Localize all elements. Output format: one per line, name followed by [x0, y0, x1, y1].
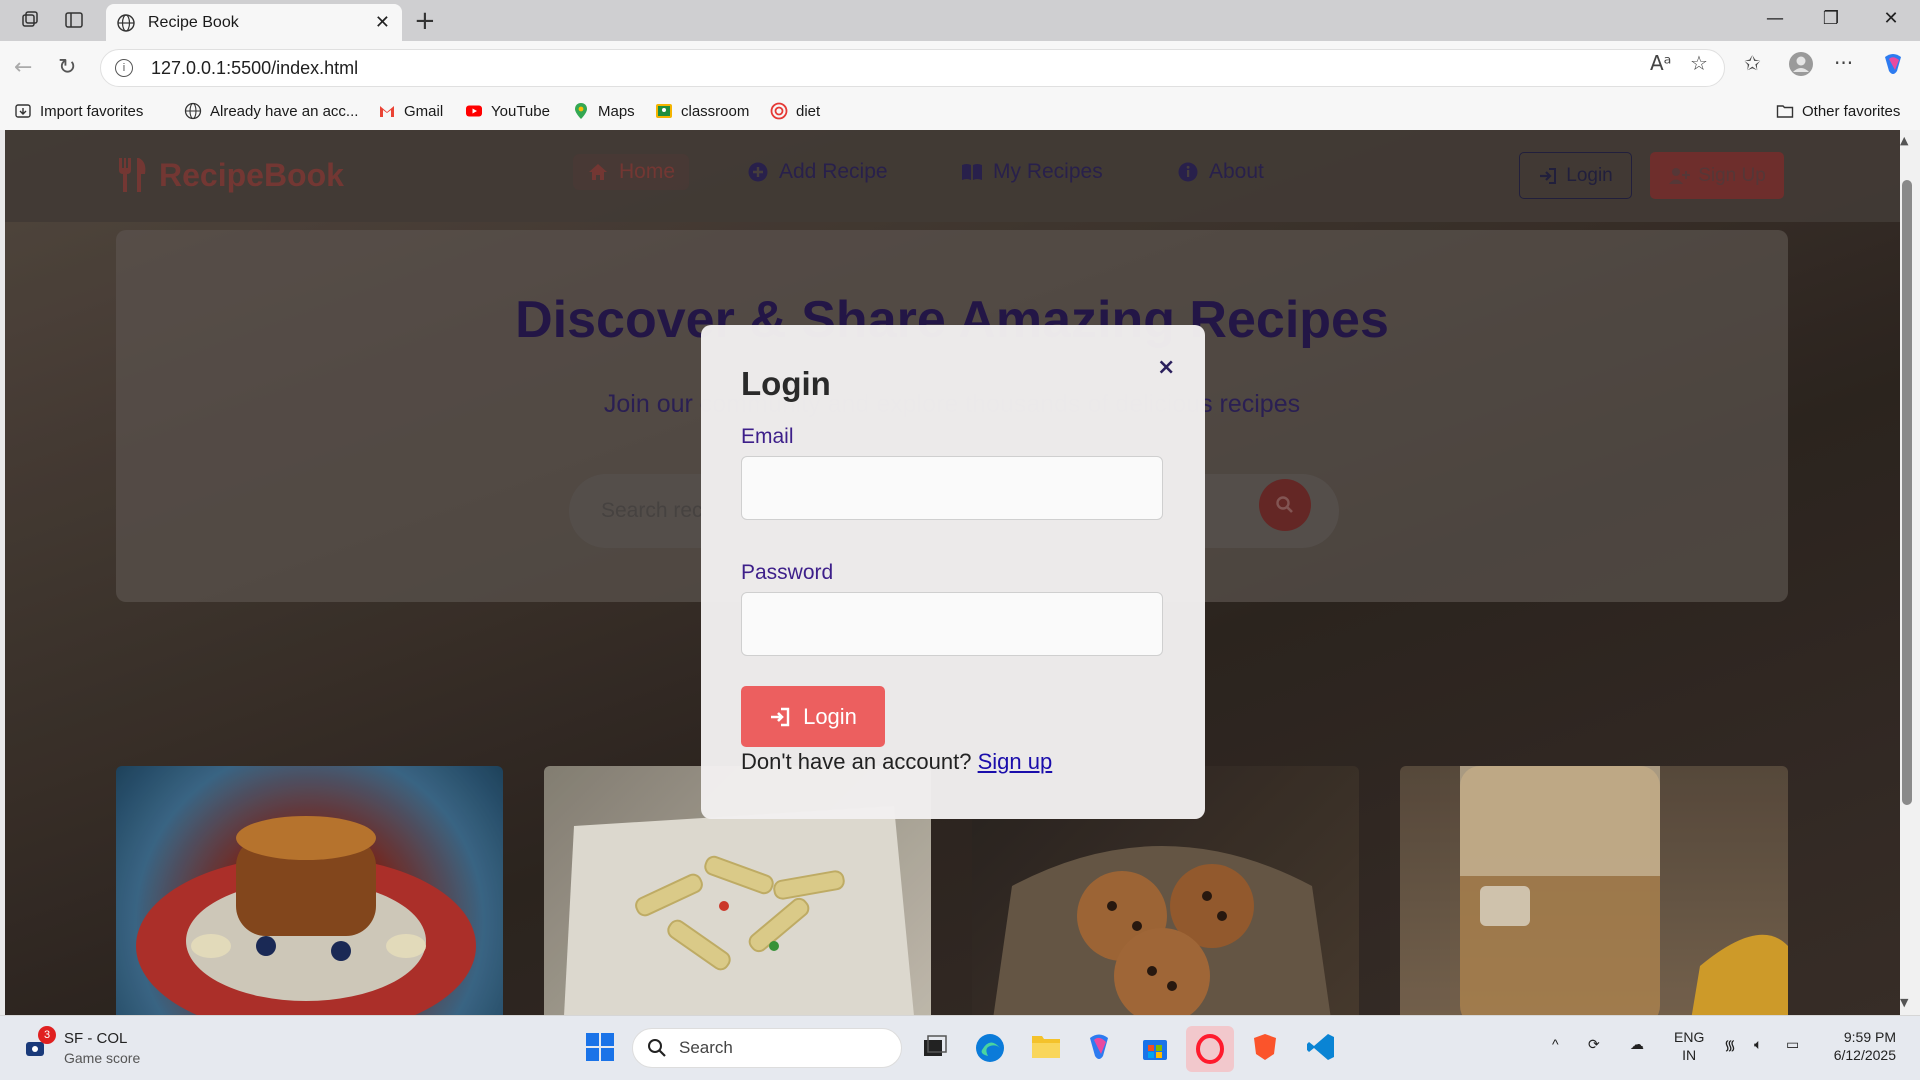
- volume-icon[interactable]: 🔈︎: [1754, 1036, 1762, 1053]
- password-label: Password: [741, 561, 834, 584]
- clock[interactable]: 9:59 PM 6/12/2025: [1822, 1028, 1896, 1064]
- page-viewport: RecipeBook Home Add Recipe My Recipes Ab…: [5, 130, 1900, 1015]
- opera-icon[interactable]: [1186, 1026, 1234, 1072]
- sync-icon[interactable]: ⟳: [1588, 1036, 1600, 1053]
- search-icon: [648, 1039, 666, 1057]
- weather-widget[interactable]: 3 SF - COL Game score: [24, 1026, 144, 1070]
- profile-avatar-icon[interactable]: [1788, 51, 1814, 82]
- modal-close-button[interactable]: ×: [1157, 355, 1175, 380]
- close-window-button[interactable]: ✕: [1868, 8, 1914, 29]
- email-label: Email: [741, 425, 794, 448]
- microsoft-store-icon[interactable]: [1140, 1032, 1170, 1066]
- tab-recipe-book[interactable]: Recipe Book ✕: [106, 4, 402, 41]
- restore-button[interactable]: ❐: [1808, 8, 1854, 29]
- copilot-icon[interactable]: [1880, 51, 1906, 82]
- bookmark-maps[interactable]: Maps: [572, 102, 635, 120]
- email-field[interactable]: [741, 456, 1163, 520]
- windows-start-icon: [586, 1033, 614, 1061]
- show-hidden-icons[interactable]: ^: [1552, 1036, 1559, 1052]
- windows-taskbar: 3 SF - COL Game score Search ^ ⟳ ☁ ENG I…: [0, 1015, 1920, 1080]
- more-options-icon[interactable]: ···: [1834, 51, 1853, 75]
- favorites-icon[interactable]: ✩: [1744, 51, 1761, 75]
- tab-actions-icon[interactable]: [62, 8, 86, 32]
- folder-icon: [1776, 105, 1794, 118]
- copilot-app-icon[interactable]: [1084, 1032, 1114, 1066]
- minimize-button[interactable]: —: [1752, 8, 1798, 29]
- file-explorer-icon[interactable]: [1030, 1032, 1062, 1064]
- edge-browser-icon[interactable]: [974, 1032, 1006, 1068]
- address-bar-row: ← ↻ i 127.0.0.1:5500/index.html A͏ᵃ ☆ ✩ …: [0, 41, 1920, 94]
- bookmark-other-favorites[interactable]: Other favorites: [1776, 102, 1900, 120]
- gmail-icon: [380, 106, 394, 117]
- scroll-up-icon[interactable]: ▲: [1900, 134, 1908, 147]
- battery-icon[interactable]: ▭: [1786, 1036, 1799, 1053]
- site-info-icon[interactable]: i: [115, 59, 133, 77]
- wifi-icon[interactable]: ᯾: [1724, 1036, 1736, 1055]
- vscode-icon[interactable]: [1306, 1032, 1336, 1066]
- refresh-icon[interactable]: ↻: [58, 55, 76, 80]
- new-tab-button[interactable]: +: [414, 6, 436, 36]
- bookmark-classroom[interactable]: classroom: [655, 102, 749, 120]
- diet-icon: [770, 102, 788, 120]
- workspaces-icon[interactable]: [18, 8, 42, 32]
- bookmarks-bar: Import favorites Already have an acc... …: [0, 94, 1920, 130]
- url-field[interactable]: i 127.0.0.1:5500/index.html: [100, 49, 1725, 87]
- sign-in-icon: [771, 707, 790, 726]
- password-field[interactable]: [741, 592, 1163, 656]
- maps-icon: [575, 103, 587, 119]
- notification-badge: 3: [38, 1026, 56, 1044]
- scrollbar-thumb[interactable]: [1902, 180, 1912, 805]
- start-button[interactable]: [585, 1032, 615, 1066]
- url-text: 127.0.0.1:5500/index.html: [151, 57, 359, 78]
- globe-icon: [117, 13, 135, 32]
- bookmark-diet[interactable]: diet: [770, 102, 820, 120]
- import-icon: [15, 104, 31, 118]
- modal-title: Login: [741, 365, 831, 402]
- onedrive-icon[interactable]: ☁: [1630, 1036, 1644, 1053]
- login-modal: × Login Email Password Login Don't have …: [701, 325, 1205, 819]
- brave-browser-icon[interactable]: [1250, 1032, 1280, 1066]
- bookmark-youtube[interactable]: YouTube: [465, 102, 550, 120]
- read-aloud-icon[interactable]: A͏ᵃ: [1650, 51, 1672, 75]
- language-indicator[interactable]: ENG IN: [1674, 1028, 1704, 1064]
- browser-tab-bar: Recipe Book ✕ + — ❐ ✕: [0, 0, 1920, 41]
- scroll-down-icon[interactable]: ▼: [1900, 996, 1908, 1009]
- taskbar-search[interactable]: Search: [632, 1028, 902, 1068]
- youtube-icon: [466, 105, 482, 117]
- tab-title: Recipe Book: [148, 13, 239, 31]
- bookmark-import-favorites[interactable]: Import favorites: [14, 102, 143, 120]
- close-tab-icon[interactable]: ✕: [375, 12, 390, 33]
- signup-link[interactable]: Sign up: [978, 749, 1053, 774]
- bookmark-gmail[interactable]: Gmail: [378, 102, 443, 120]
- task-view-icon[interactable]: [920, 1032, 948, 1064]
- bookmark-already-have-account[interactable]: Already have an acc...: [184, 102, 358, 120]
- modal-login-button[interactable]: Login: [741, 686, 885, 747]
- classroom-icon: [656, 104, 672, 118]
- globe-icon: [184, 102, 202, 120]
- back-icon[interactable]: ←: [14, 55, 32, 80]
- favorite-star-icon[interactable]: ☆: [1690, 51, 1708, 75]
- signup-prompt: Don't have an account? Sign up: [741, 749, 1053, 774]
